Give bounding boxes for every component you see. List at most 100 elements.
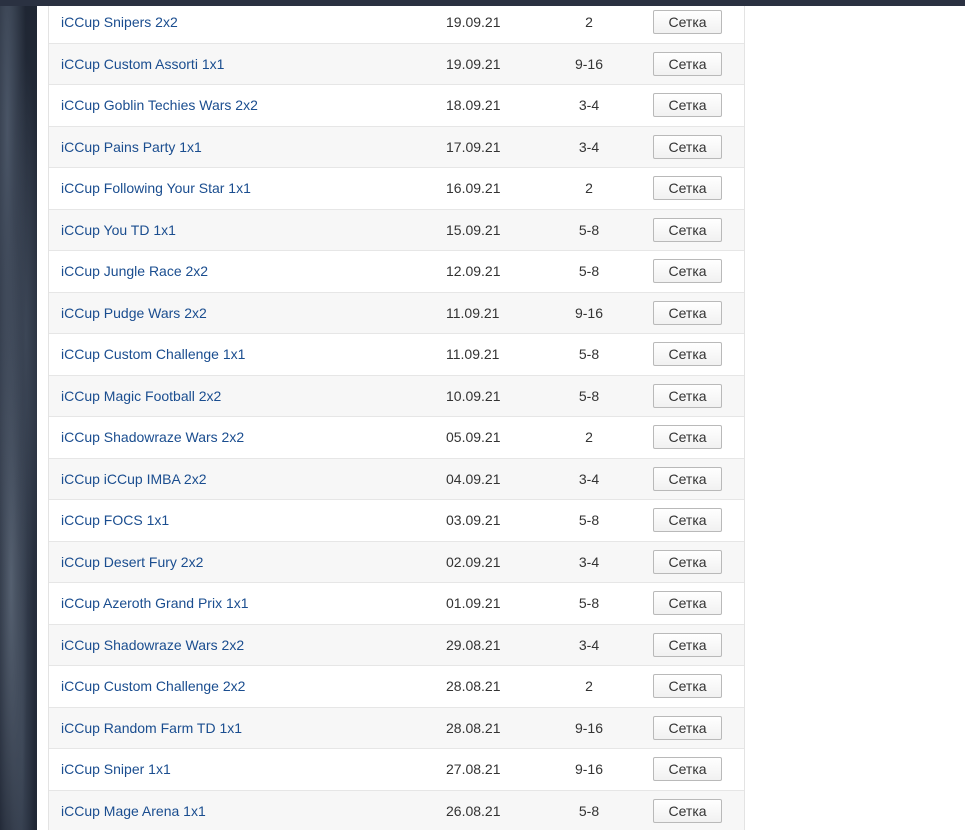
table-row: iCCup Pudge Wars 2x2 11.09.21 9-16 Сетка: [49, 292, 744, 334]
tournament-date: 05.09.21: [446, 429, 501, 446]
tournament-place: 5-8: [578, 263, 600, 280]
tournament-name-link[interactable]: iCCup You TD 1x1: [61, 222, 176, 238]
bracket-button[interactable]: Сетка: [653, 632, 722, 657]
tournament-name-link[interactable]: iCCup Pudge Wars 2x2: [61, 305, 207, 321]
tournament-name-link[interactable]: iCCup Pains Party 1x1: [61, 139, 202, 155]
table-row: iCCup Jungle Race 2x2 12.09.21 5-8 Сетка: [49, 251, 744, 293]
tournament-date: 11.09.21: [446, 304, 500, 321]
tournament-date: 16.09.21: [446, 180, 501, 197]
table-row: iCCup Azeroth Grand Prix 1x1 01.09.21 5-8 С…: [49, 583, 744, 625]
tournament-name-link[interactable]: iCCup Shadowraze Wars 2x2: [61, 637, 244, 653]
table-row: iCCup Custom Challenge 2x2 28.08.21 2 Сетка: [49, 666, 744, 708]
tournament-results-table: iCCup Snipers 2x2 19.09.21 2 Сетка iCCup Cus…: [48, 6, 745, 830]
tournament-date: 10.09.21: [446, 387, 501, 404]
bracket-button[interactable]: Сетка: [653, 591, 722, 616]
tournament-place: 2: [585, 180, 593, 197]
tournament-date: 29.08.21: [446, 636, 501, 653]
bracket-button[interactable]: Сетка: [653, 798, 722, 823]
bracket-button[interactable]: Сетка: [653, 51, 722, 76]
tournament-date: 03.09.21: [446, 512, 501, 529]
table-row: iCCup Sniper 1x1 27.08.21 9-16 Сетка: [49, 749, 744, 791]
tournament-place: 5-8: [578, 387, 600, 404]
tournament-name-link[interactable]: iCCup Goblin Techies Wars 2x2: [61, 97, 258, 113]
table-row: iCCup Desert Fury 2x2 02.09.21 3-4 Сетка: [49, 541, 744, 583]
tournament-place: 9-16: [574, 55, 604, 72]
background-artwork: [0, 6, 37, 830]
tournament-name-link[interactable]: iCCup Jungle Race 2x2: [61, 263, 208, 279]
tournament-name-link[interactable]: iCCup iCCup IMBA 2x2: [61, 471, 207, 487]
bracket-button[interactable]: Сетка: [653, 259, 722, 284]
table-row: iCCup Snipers 2x2 19.09.21 2 Сетка: [49, 6, 744, 44]
bracket-button[interactable]: Сетка: [653, 674, 722, 699]
tournament-date: 28.08.21: [446, 678, 501, 695]
tournament-name-link[interactable]: iCCup Desert Fury 2x2: [61, 554, 203, 570]
tournament-place: 5-8: [578, 802, 600, 819]
tournament-place: 5-8: [578, 346, 600, 363]
tournament-name-link[interactable]: iCCup Snipers 2x2: [61, 14, 178, 30]
table-row: iCCup Following Your Star 1x1 16.09.21 2 Се…: [49, 168, 744, 210]
table-row: iCCup You TD 1x1 15.09.21 5-8 Сетка: [49, 209, 744, 251]
tournament-name-link[interactable]: iCCup Magic Football 2x2: [61, 388, 221, 404]
table-row: iCCup iCCup IMBA 2x2 04.09.21 3-4 Сетка: [49, 458, 744, 500]
table-row: iCCup Shadowraze Wars 2x2 05.09.21 2 Сетка: [49, 417, 744, 459]
bracket-button[interactable]: Сетка: [653, 134, 722, 159]
tournament-date: 17.09.21: [446, 138, 501, 155]
tournament-name-link[interactable]: iCCup Sniper 1x1: [61, 761, 171, 777]
tournament-date: 18.09.21: [446, 97, 501, 114]
tournament-date: 02.09.21: [446, 553, 501, 570]
tournament-place: 3-4: [578, 553, 600, 570]
tournament-date: 19.09.21: [446, 55, 501, 72]
bracket-button[interactable]: Сетка: [653, 757, 722, 782]
bracket-button[interactable]: Сетка: [653, 10, 722, 35]
tournament-place: 5-8: [578, 595, 600, 612]
tournament-date: 12.09.21: [446, 263, 501, 280]
tournament-date: 15.09.21: [446, 221, 501, 238]
table-row: iCCup Custom Assorti 1x1 19.09.21 9-16 Сетк…: [49, 43, 744, 85]
tournament-place: 3-4: [578, 97, 600, 114]
tournament-name-link[interactable]: iCCup Random Farm TD 1x1: [61, 720, 242, 736]
bracket-button[interactable]: Сетка: [653, 508, 722, 533]
tournament-place: 3-4: [578, 470, 600, 487]
tournament-date: 11.09.21: [446, 346, 500, 363]
tournament-place: 5-8: [578, 221, 600, 238]
table-row: iCCup Pains Party 1x1 17.09.21 3-4 Сетка: [49, 126, 744, 168]
bracket-button[interactable]: Сетка: [653, 549, 722, 574]
tournament-name-link[interactable]: iCCup Azeroth Grand Prix 1x1: [61, 595, 249, 611]
tournament-place: 2: [585, 14, 593, 31]
tournament-name-link[interactable]: iCCup Custom Challenge 1x1: [61, 346, 245, 362]
table-row: iCCup Goblin Techies Wars 2x2 18.09.21 3-4…: [49, 85, 744, 127]
bracket-button[interactable]: Сетка: [653, 176, 722, 201]
tournament-name-link[interactable]: iCCup Custom Challenge 2x2: [61, 678, 245, 694]
tournament-place: 2: [585, 429, 593, 446]
tournament-date: 27.08.21: [446, 761, 501, 778]
tournament-date: 28.08.21: [446, 719, 501, 736]
tournament-name-link[interactable]: iCCup FOCS 1x1: [61, 512, 169, 528]
tournament-name-link[interactable]: iCCup Mage Arena 1x1: [61, 803, 206, 819]
table-row: iCCup Random Farm TD 1x1 28.08.21 9-16 Сетк…: [49, 707, 744, 749]
tournament-date: 04.09.21: [446, 470, 501, 487]
bracket-button[interactable]: Сетка: [653, 466, 722, 491]
table-row: iCCup Custom Challenge 1x1 11.09.21 5-8 Сет…: [49, 334, 744, 376]
tournament-place: 9-16: [574, 304, 604, 321]
bracket-button[interactable]: Сетка: [653, 383, 722, 408]
bracket-button[interactable]: Сетка: [653, 217, 722, 242]
table-row: iCCup Mage Arena 1x1 26.08.21 5-8 Сетка: [49, 790, 744, 830]
tournament-place: 2: [585, 678, 593, 695]
tournament-place: 3-4: [578, 636, 600, 653]
page-margin: [37, 6, 48, 830]
bracket-button[interactable]: Сетка: [653, 342, 722, 367]
bracket-button[interactable]: Сетка: [653, 300, 722, 325]
table-row: iCCup Shadowraze Wars 2x2 29.08.21 3-4 Сетк…: [49, 624, 744, 666]
table-row: iCCup Magic Football 2x2 10.09.21 5-8 Сетка: [49, 375, 744, 417]
tournament-date: 19.09.21: [446, 14, 501, 31]
tournament-name-link[interactable]: iCCup Shadowraze Wars 2x2: [61, 429, 244, 445]
tournament-place: 5-8: [578, 512, 600, 529]
bracket-button[interactable]: Сетка: [653, 715, 722, 740]
bracket-button[interactable]: Сетка: [653, 93, 722, 118]
table-row: iCCup FOCS 1x1 03.09.21 5-8 Сетка: [49, 500, 744, 542]
tournament-date: 26.08.21: [446, 802, 501, 819]
tournament-place: 9-16: [574, 761, 604, 778]
tournament-name-link[interactable]: iCCup Following Your Star 1x1: [61, 180, 251, 196]
bracket-button[interactable]: Сетка: [653, 425, 722, 450]
tournament-name-link[interactable]: iCCup Custom Assorti 1x1: [61, 56, 224, 72]
